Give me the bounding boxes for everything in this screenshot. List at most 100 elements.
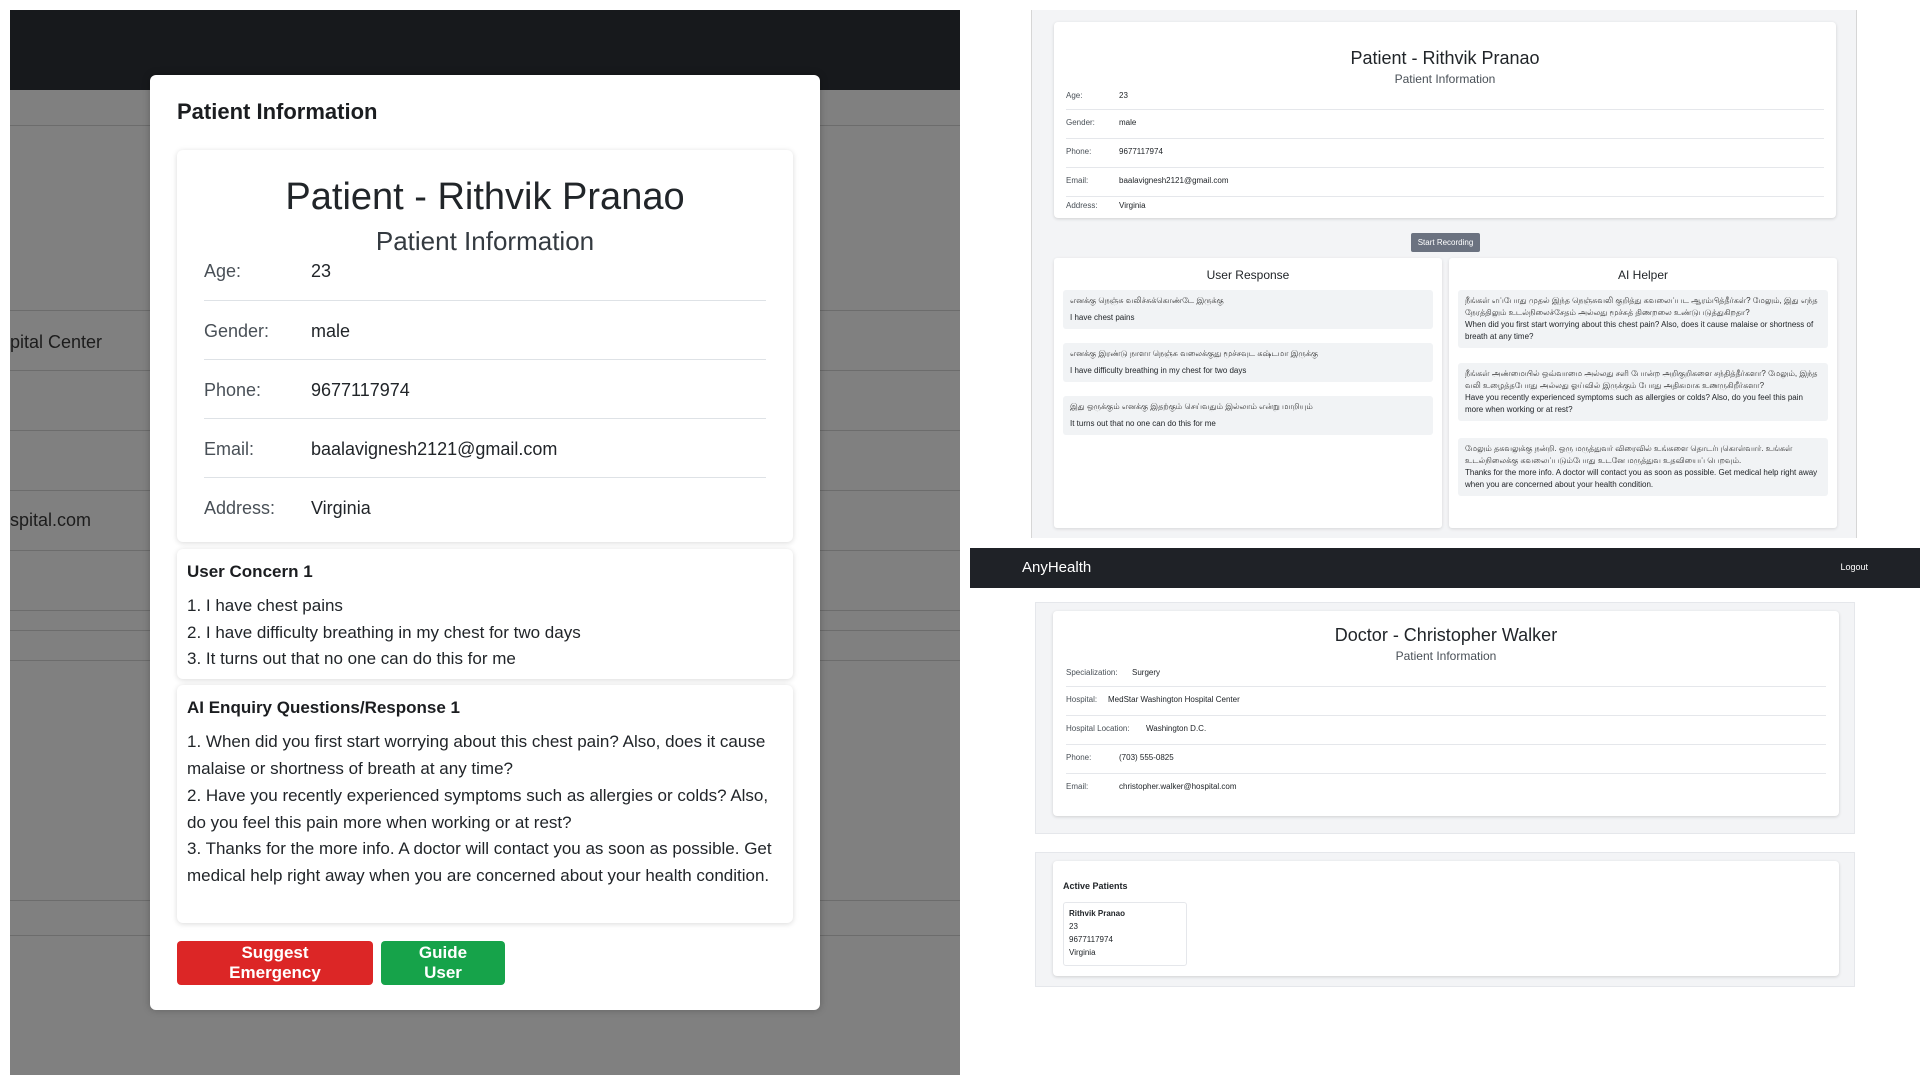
patient-recording-screenshot: Patient - Rithvik Pranao Patient Informa… [1031, 10, 1857, 538]
navbar: AnyHealth Logout [970, 548, 1920, 588]
ai-message: நீங்கள் அண்மையில் ஒவ்வாமை அல்லது சளி போன… [1458, 363, 1828, 421]
user-response-title: User Response [1206, 268, 1290, 282]
message-tamil: இது ஒருக்கும் எனக்கு இதற்கும் செய்வதும் … [1070, 402, 1313, 411]
field-label: Phone: [1066, 753, 1092, 762]
field-label: Age: [204, 261, 242, 281]
ai-message: நீங்கள் எப்போது முதல் இந்த நெஞ்சுவலி குற… [1458, 290, 1828, 348]
active-patients-title: Active Patients [1063, 881, 1128, 891]
user-concern-card: User Concern 1 1. I have chest pains 2. … [177, 549, 793, 679]
patient-name: Patient - Rithvik Pranao [1350, 48, 1540, 68]
patient-subtitle: Patient Information [1394, 72, 1496, 86]
enquiry-item: 1. When did you first start worrying abo… [187, 732, 766, 778]
field-email: Email: christopher.walker@hospital.com [1066, 774, 1826, 803]
user-response-panel: User Response எனக்கு நெஞ்சு வலிச்சுக்கொண… [1054, 258, 1442, 528]
doctor-section: Doctor - Christopher Walker Patient Info… [1035, 602, 1855, 834]
enquiry-item: 2. Have you recently experienced symptom… [187, 786, 769, 832]
field-label: Hospital: [1066, 695, 1098, 704]
field-label: Gender: [204, 321, 270, 341]
patient-name: Patient - Rithvik Pranao [285, 176, 685, 218]
field-value: Washington D.C. [1146, 724, 1207, 733]
field-value: baalavignesh2121@gmail.com [1119, 176, 1229, 185]
doctor-dashboard-screenshot: AnyHealth Logout Doctor - Christopher Wa… [970, 548, 1920, 1080]
field-label: Age: [1066, 91, 1083, 100]
field-label: Specialization: [1066, 668, 1118, 677]
user-concern-title: User Concern 1 [187, 562, 313, 581]
field-phone: Phone: 9677117974 [204, 360, 766, 419]
message-english: I have chest pains [1070, 313, 1135, 322]
message-tamil: நீங்கள் எப்போது முதல் இந்த நெஞ்சுவலி குற… [1465, 296, 1818, 317]
field-value: male [1119, 118, 1137, 127]
ai-helper-title: AI Helper [1617, 268, 1669, 282]
message-english: Have you recently experienced symptoms s… [1465, 393, 1803, 414]
message-english: It turns out that no one can do this for… [1070, 419, 1216, 428]
message-tamil: மேலும் தகவலுக்கு நன்றி. ஒரு மருத்துவர் வ… [1465, 444, 1793, 465]
field-label: Address: [1066, 201, 1098, 210]
patient-details-card: Patient - Rithvik Pranao Patient Informa… [177, 150, 793, 542]
backdrop-hospital-text: pital Center [10, 332, 103, 352]
field-address: Address: Virginia [204, 478, 766, 537]
field-hospital: Hospital: MedStar Washington Hospital Ce… [1066, 687, 1826, 716]
message-tamil: எனக்கு இரண்டு நாளா நெஞ்சு வலைக்குது மூச்… [1070, 349, 1319, 358]
concern-item: 2. I have difficulty breathing in my che… [187, 623, 581, 642]
field-address: Address: Virginia [1066, 197, 1824, 217]
field-label: Hospital Location: [1066, 724, 1130, 733]
concern-item: 1. I have chest pains [187, 596, 343, 615]
backdrop-email-text: spital.com [10, 510, 92, 530]
active-patients-section: Active Patients Rithvik Pranao 23 967711… [1035, 852, 1855, 987]
field-phone: Phone: 9677117974 [1066, 139, 1824, 168]
message-tamil: நீங்கள் அண்மையில் ஒவ்வாமை அல்லது சளி போன… [1465, 369, 1818, 390]
field-value: (703) 555-0825 [1119, 753, 1174, 762]
field-email: Email: baalavignesh2121@gmail.com [204, 419, 766, 478]
active-patient-tile[interactable]: Rithvik Pranao 23 9677117974 Virginia [1063, 902, 1187, 966]
message-tamil: எனக்கு நெஞ்சு வலிச்சுக்கொண்டே இருக்கு [1070, 296, 1224, 305]
doctor-subtitle: Patient Information [1395, 649, 1497, 663]
user-message: எனக்கு நெஞ்சு வலிச்சுக்கொண்டே இருக்கு I … [1063, 290, 1433, 329]
field-phone: Phone: (703) 555-0825 [1066, 745, 1826, 774]
message-english: Thanks for the more info. A doctor will … [1465, 468, 1818, 489]
ai-helper-panel: AI Helper நீங்கள் எப்போது முதல் இந்த நெஞ… [1449, 258, 1837, 528]
brand-logo[interactable]: AnyHealth [1022, 559, 1091, 576]
field-value: Virginia [311, 498, 371, 518]
field-label: Address: [204, 498, 276, 518]
doctor-name: Doctor - Christopher Walker [1334, 625, 1558, 645]
active-patient-address: Virginia [1069, 948, 1096, 957]
field-value: 9677117974 [311, 380, 410, 400]
patient-details-card: Patient - Rithvik Pranao Patient Informa… [1054, 22, 1836, 218]
suggest-emergency-button[interactable]: Suggest Emergency [177, 941, 373, 985]
field-value: Virginia [1119, 201, 1146, 210]
field-gender: Gender: male [204, 301, 766, 360]
field-value: male [311, 321, 351, 341]
enquiry-item: 3. Thanks for the more info. A doctor wi… [187, 839, 772, 885]
user-message: இது ஒருக்கும் எனக்கு இதற்கும் செய்வதும் … [1063, 396, 1433, 435]
active-patient-name: Rithvik Pranao [1069, 909, 1126, 918]
active-patients-card: Active Patients Rithvik Pranao 23 967711… [1053, 861, 1839, 976]
field-label: Phone: [204, 380, 262, 400]
field-value: christopher.walker@hospital.com [1119, 782, 1237, 791]
field-label: Phone: [1066, 147, 1092, 156]
field-value: 9677117974 [1119, 147, 1163, 156]
user-message: எனக்கு இரண்டு நாளா நெஞ்சு வலைக்குது மூச்… [1063, 343, 1433, 382]
field-label: Email: [1066, 176, 1089, 185]
start-recording-button[interactable]: Start Recording [1411, 233, 1480, 252]
ai-enquiry-title: AI Enquiry Questions/Response 1 [187, 698, 461, 717]
field-label: Email: [1066, 782, 1089, 791]
logout-link[interactable]: Logout [1840, 562, 1868, 572]
message-english: When did you first start worrying about … [1465, 320, 1814, 341]
field-value: Surgery [1132, 668, 1161, 677]
ai-message: மேலும் தகவலுக்கு நன்றி. ஒரு மருத்துவர் வ… [1458, 438, 1828, 496]
field-value: MedStar Washington Hospital Center [1108, 695, 1240, 704]
field-hospital-location: Hospital Location: Washington D.C. [1066, 716, 1826, 745]
field-label: Gender: [1066, 118, 1095, 127]
guide-user-button[interactable]: Guide User [381, 941, 505, 985]
active-patient-age: 23 [1069, 922, 1078, 931]
field-gender: Gender: male [1066, 110, 1824, 139]
modal-title: Patient Information [177, 99, 378, 124]
field-value: baalavignesh2121@gmail.com [311, 439, 558, 459]
ai-enquiry-card: AI Enquiry Questions/Response 1 1. When … [177, 685, 793, 923]
doctor-details-card: Doctor - Christopher Walker Patient Info… [1053, 611, 1839, 816]
field-email: Email: baalavignesh2121@gmail.com [1066, 168, 1824, 197]
message-english: I have difficulty breathing in my chest … [1070, 366, 1247, 375]
active-patient-phone: 9677117974 [1069, 935, 1113, 944]
field-specialization: Specialization: Surgery [1066, 664, 1826, 687]
field-value: 23 [311, 261, 332, 281]
